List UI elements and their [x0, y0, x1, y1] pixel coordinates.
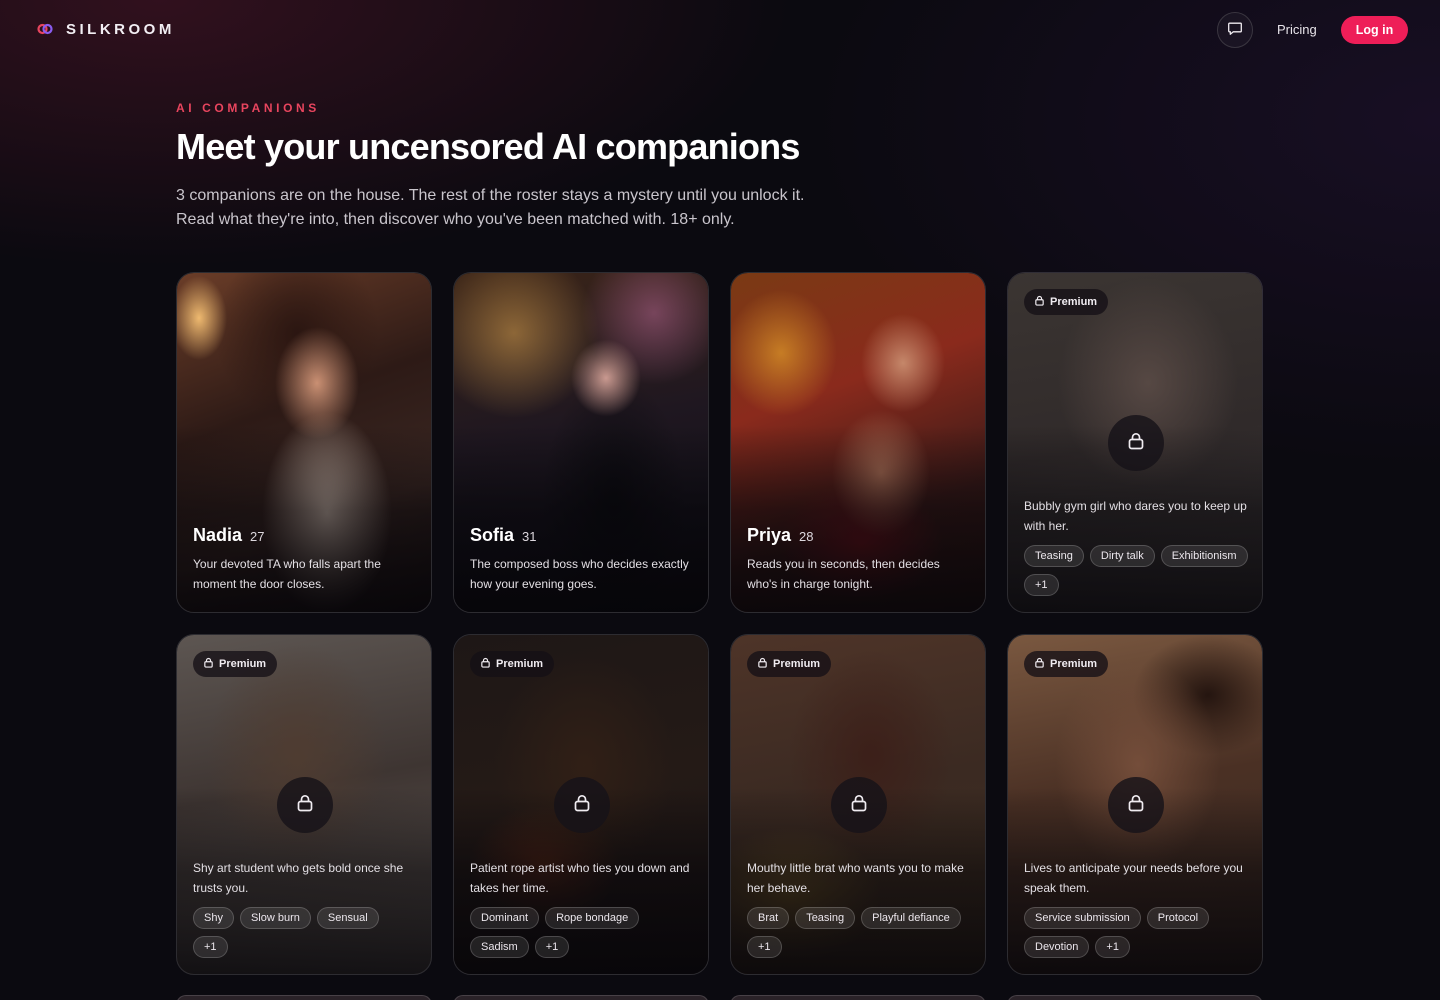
- premium-badge: Premium: [1024, 289, 1109, 315]
- locked-companion-card[interactable]: Premium Bubbly gym girl who dares you to…: [1007, 272, 1263, 613]
- companion-name: Sofia: [470, 525, 515, 545]
- tag-list: Service submission Protocol Devotion +1: [1024, 907, 1248, 958]
- companion-card-partial[interactable]: [1007, 995, 1263, 1000]
- companion-description: Shy art student who gets bold once she t…: [193, 861, 404, 895]
- premium-label: Premium: [1050, 296, 1098, 308]
- tag-list: Dominant Rope bondage Sadism +1: [470, 907, 694, 958]
- companion-grid: Nadia 27 Your devoted TA who falls apart…: [176, 272, 1264, 975]
- silkroom-logo-icon: [36, 20, 54, 38]
- companion-age: 31: [522, 529, 537, 544]
- brand[interactable]: SILKROOM: [36, 20, 175, 38]
- premium-badge: Premium: [193, 651, 278, 677]
- lock-icon: [572, 793, 592, 818]
- more-tags-count: +1: [534, 936, 570, 958]
- tag: Dirty talk: [1089, 545, 1155, 567]
- pricing-link[interactable]: Pricing: [1277, 22, 1317, 37]
- top-navigation: SILKROOM Pricing Log in: [0, 0, 1440, 60]
- companion-age: 27: [250, 529, 265, 544]
- page-subtitle: 3 companions are on the house. The rest …: [176, 184, 876, 232]
- tag: Brat: [747, 907, 790, 929]
- tag: Service submission: [1024, 907, 1141, 929]
- lock-icon: [295, 793, 315, 818]
- tag: Rope bondage: [545, 907, 640, 929]
- premium-badge: Premium: [747, 651, 832, 677]
- more-tags-count: +1: [747, 936, 782, 958]
- tag: Sensual: [316, 907, 379, 929]
- unlock-button[interactable]: [831, 777, 887, 833]
- tag: Exhibitionism: [1160, 545, 1248, 567]
- subtitle-line: 3 companions are on the house. The rest …: [176, 187, 805, 204]
- companion-description: Your devoted TA who falls apart the mome…: [193, 557, 381, 591]
- more-tags-count: +1: [193, 936, 228, 958]
- locked-companion-card[interactable]: Premium Lives to anticipate your needs b…: [1007, 634, 1263, 975]
- tag-list: Shy Slow burn Sensual +1: [193, 907, 417, 958]
- companion-card-partial[interactable]: [453, 995, 709, 1000]
- lock-icon: [1126, 793, 1146, 818]
- page-title: Meet your uncensored AI companions: [176, 126, 800, 167]
- premium-badge: Premium: [470, 651, 555, 677]
- companion-description: Reads you in seconds, then decides who's…: [747, 557, 940, 591]
- companion-description: Bubbly gym girl who dares you to keep up…: [1024, 499, 1247, 533]
- locked-companion-card[interactable]: Premium Shy art student who gets bold on…: [176, 634, 432, 975]
- premium-label: Premium: [1050, 658, 1098, 670]
- lock-icon: [203, 657, 214, 671]
- companion-description: The composed boss who decides exactly ho…: [470, 557, 689, 591]
- chat-button[interactable]: [1217, 12, 1253, 48]
- more-tags-count: +1: [1024, 574, 1059, 596]
- tag: Devotion: [1024, 936, 1090, 958]
- premium-label: Premium: [219, 658, 267, 670]
- more-tags-count: +1: [1095, 936, 1130, 958]
- tag-list: Teasing Dirty talk Exhibitionism +1: [1024, 545, 1248, 596]
- companion-name: Priya: [747, 525, 792, 545]
- unlock-button[interactable]: [1108, 415, 1164, 471]
- unlock-button[interactable]: [1108, 777, 1164, 833]
- lock-icon: [1034, 657, 1045, 671]
- companion-card-partial[interactable]: [730, 995, 986, 1000]
- login-button[interactable]: Log in: [1341, 16, 1408, 44]
- tag: Teasing: [795, 907, 856, 929]
- companion-description: Mouthy little brat who wants you to make…: [747, 861, 964, 895]
- lock-icon: [480, 657, 491, 671]
- companion-card-priya[interactable]: Priya 28 Reads you in seconds, then deci…: [730, 272, 986, 613]
- tag: Sadism: [470, 936, 529, 958]
- premium-label: Premium: [773, 658, 821, 670]
- tag: Teasing: [1024, 545, 1084, 567]
- lock-icon: [757, 657, 768, 671]
- companion-description: Patient rope artist who ties you down an…: [470, 861, 690, 895]
- tag: Dominant: [470, 907, 540, 929]
- companion-age: 28: [799, 529, 814, 544]
- premium-badge: Premium: [1024, 651, 1109, 677]
- unlock-button[interactable]: [554, 777, 610, 833]
- tag: Shy: [193, 907, 234, 929]
- locked-companion-card[interactable]: Premium Mouthy little brat who wants you…: [730, 634, 986, 975]
- companion-description: Lives to anticipate your needs before yo…: [1024, 861, 1243, 895]
- companion-card-sofia[interactable]: Sofia 31 The composed boss who decides e…: [453, 272, 709, 613]
- lock-icon: [849, 793, 869, 818]
- chat-bubble-icon: [1227, 20, 1243, 41]
- lock-icon: [1126, 431, 1146, 456]
- subtitle-line: Read what they're into, then discover wh…: [176, 211, 735, 228]
- companion-name: Nadia: [193, 525, 243, 545]
- tag: Playful defiance: [861, 907, 961, 929]
- section-eyebrow: AI COMPANIONS: [176, 101, 320, 115]
- companion-card-nadia[interactable]: Nadia 27 Your devoted TA who falls apart…: [176, 272, 432, 613]
- unlock-button[interactable]: [277, 777, 333, 833]
- lock-icon: [1034, 295, 1045, 309]
- premium-label: Premium: [496, 658, 544, 670]
- tag: Protocol: [1146, 907, 1210, 929]
- tag: Slow burn: [239, 907, 311, 929]
- brand-name: SILKROOM: [66, 20, 175, 38]
- companion-card-partial[interactable]: [176, 995, 432, 1000]
- locked-companion-card[interactable]: Premium Patient rope artist who ties you…: [453, 634, 709, 975]
- tag-list: Brat Teasing Playful defiance +1: [747, 907, 971, 958]
